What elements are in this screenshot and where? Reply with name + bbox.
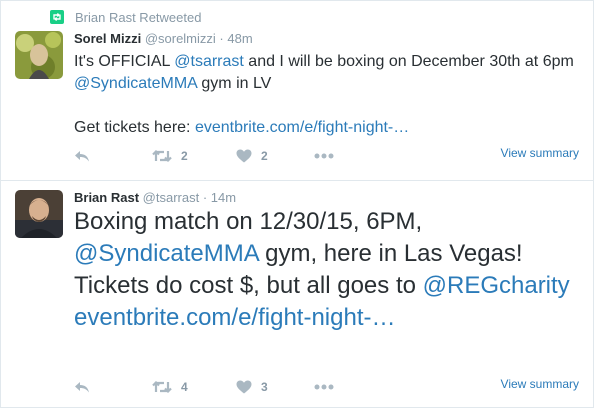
more-dots-icon xyxy=(314,384,334,390)
reply-icon xyxy=(74,149,90,163)
text-segment: It's OFFICIAL xyxy=(74,53,175,70)
retweet-context-text[interactable]: Brian Rast Retweeted xyxy=(75,10,201,25)
author-name[interactable]: Sorel Mizzi xyxy=(74,31,141,46)
reply-button[interactable] xyxy=(74,377,90,397)
retweet-context: Brian Rast Retweeted xyxy=(50,9,201,25)
tweet-text: Boxing match on 12/30/15, 6PM, @Syndicat… xyxy=(74,206,589,334)
text-segment: gym in LV xyxy=(196,75,272,92)
mention-link[interactable]: @SyndicateMMA xyxy=(74,240,258,267)
heart-icon xyxy=(236,380,252,394)
like-button[interactable]: 3 xyxy=(236,377,268,397)
reply-icon xyxy=(74,380,90,394)
author-name[interactable]: Brian Rast xyxy=(74,190,139,205)
tweet-actions: 2 2 View summary xyxy=(74,146,579,166)
tweet-header: Sorel Mizzi @sorelmizzi · 48m xyxy=(74,31,253,46)
separator: · xyxy=(202,190,208,205)
heart-icon xyxy=(236,149,252,163)
mention-link[interactable]: @SyndicateMMA xyxy=(74,75,197,92)
retweet-count: 4 xyxy=(181,380,188,394)
text-segment: Boxing match on 12/30/15, 6PM, xyxy=(74,208,423,235)
timestamp[interactable]: 48m xyxy=(227,31,252,46)
text-segment: and I will be boxing on December 30th at… xyxy=(243,53,574,70)
timestamp[interactable]: 14m xyxy=(211,190,236,205)
like-count: 2 xyxy=(261,149,268,163)
retweet-icon xyxy=(152,149,172,163)
more-button[interactable] xyxy=(314,146,334,166)
url-link[interactable]: eventbrite.com/e/fight-night-… xyxy=(195,119,409,136)
avatar[interactable] xyxy=(15,190,63,238)
mention-link[interactable]: @REGcharity xyxy=(423,272,570,299)
more-button[interactable] xyxy=(314,377,334,397)
retweet-button[interactable]: 2 xyxy=(152,146,188,166)
text-segment: Get tickets here: xyxy=(74,119,195,136)
retweet-count: 2 xyxy=(181,149,188,163)
reply-button[interactable] xyxy=(74,146,90,166)
retweet-icon xyxy=(152,380,172,394)
avatar[interactable] xyxy=(15,31,63,79)
author-handle[interactable]: @sorelmizzi xyxy=(145,31,216,46)
more-dots-icon xyxy=(314,153,334,159)
tweet-header: Brian Rast @tsarrast · 14m xyxy=(74,190,236,205)
view-summary-link[interactable]: View summary xyxy=(501,377,579,391)
tweet-actions: 4 3 View summary xyxy=(74,377,579,397)
view-summary-link[interactable]: View summary xyxy=(501,146,579,160)
tweet-text: It's OFFICIAL @tsarrast and I will be bo… xyxy=(74,51,584,139)
author-handle[interactable]: @tsarrast xyxy=(143,190,200,205)
separator: · xyxy=(219,31,224,46)
tweet-card[interactable]: Brian Rast @tsarrast · 14m Boxing match … xyxy=(0,181,594,408)
tweet-card[interactable]: Brian Rast Retweeted Sorel Mizzi @sorelm… xyxy=(0,0,594,180)
like-button[interactable]: 2 xyxy=(236,146,268,166)
retweet-badge-icon xyxy=(50,10,64,24)
url-link[interactable]: eventbrite.com/e/fight-night-… xyxy=(74,304,395,331)
mention-link[interactable]: @tsarrast xyxy=(174,53,244,70)
like-count: 3 xyxy=(261,380,268,394)
retweet-button[interactable]: 4 xyxy=(152,377,188,397)
